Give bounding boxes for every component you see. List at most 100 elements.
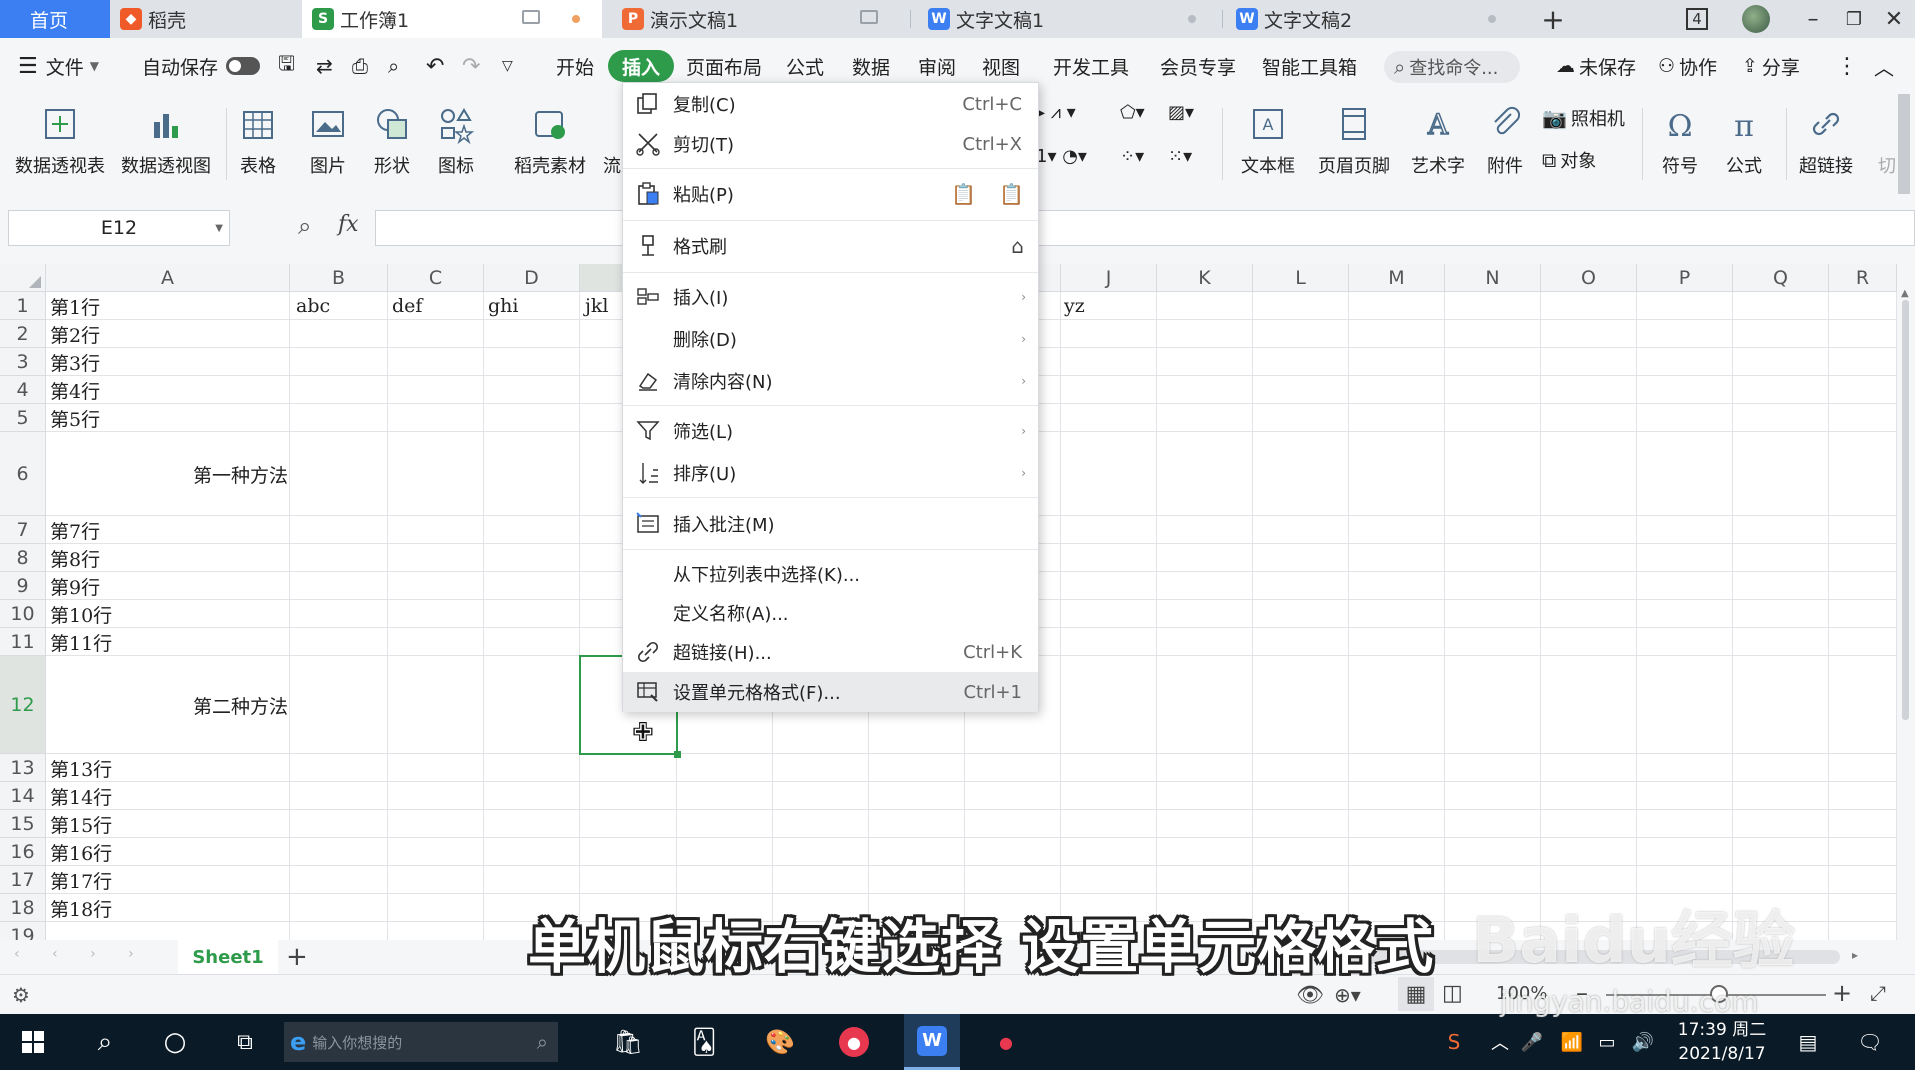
tab-presentation1[interactable]: P 演示文稿1 [612, 0, 902, 38]
clock[interactable]: 17:39 周二 2021/8/17 [1670, 1018, 1774, 1066]
tab-count-button[interactable]: 4 [1680, 4, 1714, 34]
close-icon[interactable]: ✕ [1876, 4, 1912, 34]
icon-button[interactable]: 图标 [428, 94, 484, 194]
context-hyperlink[interactable]: 超链接(H)... Ctrl+K [623, 632, 1038, 672]
search-icon[interactable]: ⌕ [82, 1014, 128, 1070]
row-header-19[interactable]: 19 [0, 922, 46, 940]
cortana-icon[interactable]: ○ [152, 1014, 198, 1070]
pivot-table-button[interactable]: 数据透视表 [12, 94, 108, 194]
row-header-10[interactable]: 10 [0, 600, 46, 628]
cell-a9[interactable]: 第9行 [50, 572, 100, 600]
context-filter[interactable]: 筛选(L) › [623, 410, 1038, 452]
new-tab-button[interactable]: + [1536, 3, 1570, 36]
cell-a16[interactable]: 第16行 [50, 838, 112, 866]
equation-button[interactable]: π 公式 [1716, 94, 1772, 194]
pivot-chart-button[interactable]: 数据透视图 [118, 94, 214, 194]
context-pick-from-list[interactable]: 从下拉列表中选择(K)... [623, 554, 1038, 594]
view-mode-icon[interactable]: ⊕▾ [1334, 983, 1361, 1007]
wps-taskbar-icon[interactable]: W [904, 1014, 960, 1070]
undo-icon[interactable]: ↶ [426, 38, 444, 94]
formula-input[interactable] [375, 210, 1915, 246]
row-header-2[interactable]: 2 [0, 320, 46, 348]
context-format-painter[interactable]: 格式刷 ⌂ [623, 225, 1038, 267]
row-header-16[interactable]: 16 [0, 838, 46, 866]
column-header-r[interactable]: R [1829, 264, 1897, 292]
row-header-14[interactable]: 14 [0, 782, 46, 810]
ribbon-scrollbar[interactable] [1898, 94, 1910, 194]
flowchart-button[interactable]: 流 [600, 94, 624, 194]
hyperlink-button[interactable]: 超链接 [1794, 94, 1858, 194]
header-footer-button[interactable]: 页眉页脚 [1312, 94, 1396, 194]
autosave-toggle[interactable]: 自动保存 [142, 38, 261, 94]
cell-a14[interactable]: 第14行 [50, 782, 112, 810]
chart-type-button[interactable]: 1▾ ◔▾ [1036, 146, 1087, 167]
format-painter-icon[interactable]: ⌂ [1011, 234, 1024, 258]
unsaved-button[interactable]: ☁ 未保存 [1556, 38, 1636, 94]
cell-a8[interactable]: 第8行 [50, 544, 100, 572]
cell-a6[interactable]: 第一种方法 [46, 432, 290, 516]
eye-protection-icon[interactable]: 👁 [1296, 983, 1324, 1008]
table-button[interactable]: 表格 [234, 94, 282, 194]
cell-a15[interactable]: 第15行 [50, 810, 112, 838]
cell-a18[interactable]: 第18行 [50, 894, 112, 922]
row-header-5[interactable]: 5 [0, 404, 46, 432]
shape-button[interactable]: 形状 [364, 94, 420, 194]
select-all-corner[interactable] [0, 264, 46, 292]
save-icon[interactable]: 🖫 [278, 38, 295, 94]
cell-b1[interactable]: abc [296, 292, 330, 320]
notification-icon[interactable]: 🗨 [1852, 1014, 1888, 1070]
paste-values-icon[interactable]: 📋 [951, 182, 976, 206]
ime-icon[interactable]: S [1438, 1014, 1470, 1070]
collapse-ribbon-icon[interactable]: ︿ [1874, 38, 1894, 94]
recording-icon[interactable]: ● [982, 1014, 1030, 1070]
tab-docer[interactable]: ◆ 稻壳 [110, 0, 300, 38]
zoom-in-icon[interactable]: + [1832, 979, 1852, 1007]
camera-button[interactable]: 📷 照相机 [1542, 102, 1625, 134]
row-header-8[interactable]: 8 [0, 544, 46, 572]
print-icon[interactable]: ⎙ [352, 38, 368, 94]
column-header-o[interactable]: O [1541, 264, 1637, 292]
menu-tab-toolbox[interactable]: 智能工具箱 [1262, 38, 1357, 94]
tab-home[interactable]: 首页 [0, 0, 110, 38]
context-format-cells[interactable]: 设置单元格格式(F)... Ctrl+1 [623, 672, 1038, 712]
textbox-button[interactable]: A 文本框 [1232, 94, 1304, 194]
column-header-c[interactable]: C [388, 264, 484, 292]
taskbar-search-box[interactable]: e 输入你想搜的 ⌕ [284, 1022, 558, 1062]
cell-a5[interactable]: 第5行 [50, 404, 100, 432]
add-sheet-button[interactable]: + [286, 942, 308, 972]
art-text-button[interactable]: A 艺术字 [1404, 94, 1472, 194]
context-sort[interactable]: 排序(U) › [623, 452, 1038, 494]
tab-workbook1[interactable]: S 工作簿1 [302, 0, 602, 38]
macro-record-icon[interactable]: ⚙ [12, 983, 30, 1007]
context-delete[interactable]: 删除(D) › [623, 319, 1038, 359]
row-header-6[interactable]: 6 [0, 432, 46, 516]
cell-a3[interactable]: 第3行 [50, 348, 100, 376]
tab-writer1[interactable]: W 文字文稿1 [918, 0, 1218, 38]
redo-icon[interactable]: ↷ [462, 38, 480, 94]
column-header-q[interactable]: Q [1733, 264, 1829, 292]
row-header-18[interactable]: 18 [0, 894, 46, 922]
restore-icon[interactable]: ❐ [1836, 4, 1872, 34]
menu-tab-member[interactable]: 会员专享 [1160, 38, 1236, 94]
row-header-1[interactable]: 1 [0, 292, 46, 320]
fullscreen-icon[interactable]: ⤢ [1870, 981, 1886, 1005]
recorder-icon[interactable]: ● [830, 1014, 878, 1070]
row-header-4[interactable]: 4 [0, 376, 46, 404]
chart-type-button[interactable]: ⬠▾ [1120, 102, 1145, 123]
row-header-9[interactable]: 9 [0, 572, 46, 600]
object-button[interactable]: ⧉ 对象 [1542, 144, 1596, 176]
row-header-15[interactable]: 15 [0, 810, 46, 838]
column-header-n[interactable]: N [1445, 264, 1541, 292]
solitaire-icon[interactable]: 🂡 [680, 1014, 728, 1070]
tab-pin-icon[interactable] [522, 10, 540, 24]
battery-icon[interactable]: ▭ [1592, 1014, 1622, 1070]
chart-type-button[interactable]: ▸ ⩘ ▾ [1036, 102, 1076, 123]
command-search[interactable]: ⌕ 查找命令... [1384, 51, 1520, 83]
chart-type-button[interactable]: ⁙▾ [1168, 146, 1192, 167]
volume-icon[interactable]: 🔊 [1628, 1014, 1658, 1070]
cell-a12[interactable]: 第二种方法 [46, 656, 290, 754]
column-header-m[interactable]: M [1349, 264, 1445, 292]
cell-c1[interactable]: def [392, 292, 422, 320]
sheet-tab-sheet1[interactable]: Sheet1 [178, 940, 278, 974]
context-clear[interactable]: 清除内容(N) › [623, 361, 1038, 401]
